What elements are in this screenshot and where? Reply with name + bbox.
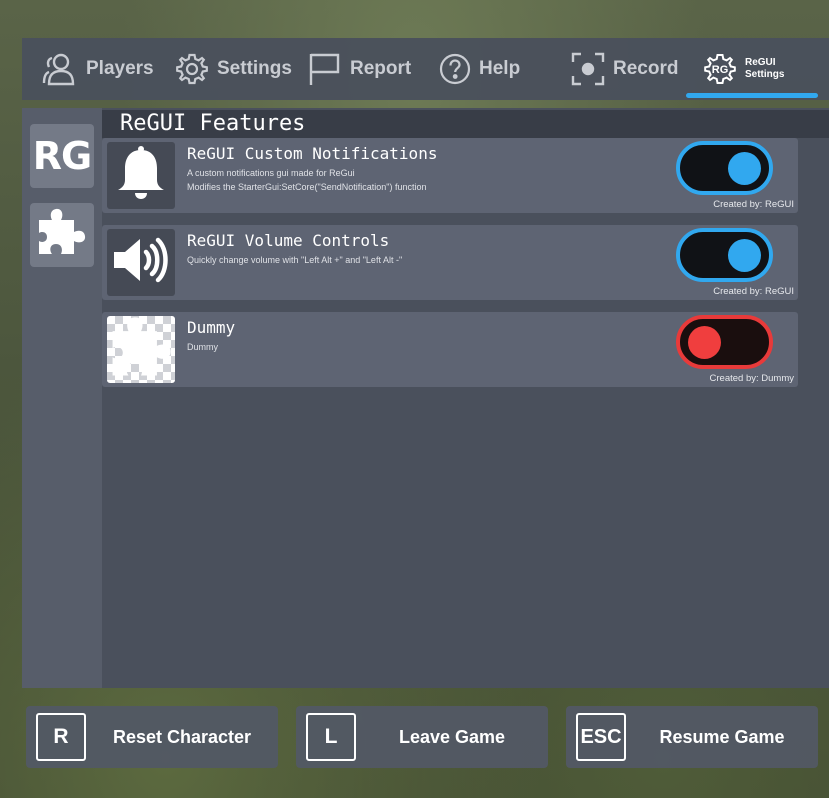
speaker-icon <box>110 231 172 294</box>
regui-gear-icon-text: RG <box>711 64 729 76</box>
feature-description-line: Modifies the StarterGui:SetCore("SendNot… <box>187 182 427 192</box>
feature-description-line: Quickly change volume with "Left Alt +" … <box>187 255 403 265</box>
puzzle-icon <box>33 204 91 267</box>
feature-icon-container <box>107 142 175 209</box>
keycap-l: L <box>306 713 356 761</box>
regui-gear-icon: RG <box>703 52 737 86</box>
resume-game-button[interactable]: ESC Resume Game <box>566 706 818 768</box>
feature-title: Dummy <box>187 318 236 337</box>
features-title: ReGUI Features <box>102 110 829 138</box>
feature-description: Dummy <box>187 340 218 354</box>
help-icon <box>439 53 471 85</box>
nav-tab-players[interactable]: Players <box>40 38 154 100</box>
transparency-checker <box>107 316 175 383</box>
regui-settings-label-line1: ReGUI <box>745 57 776 68</box>
feature-credit: Created by: ReGUI <box>713 286 794 297</box>
regui-logo: RG <box>32 134 92 178</box>
sidebar: RG <box>22 108 102 688</box>
feature-toggle-notifications[interactable] <box>676 141 773 195</box>
regui-settings-label-line2: Settings <box>745 69 785 80</box>
nav-tab-players-label: Players <box>86 58 154 79</box>
settings-panel: RG ReGUI Features ReGUI Custom Notificat… <box>22 108 829 688</box>
flag-icon <box>308 52 342 86</box>
nav-tab-help[interactable]: Help <box>439 38 520 100</box>
feature-credit: Created by: Dummy <box>709 373 794 384</box>
toggle-knob <box>728 152 761 185</box>
nav-tab-report-label: Report <box>350 58 412 79</box>
nav-tab-regui-settings[interactable]: RG ReGUI Settings <box>703 38 784 100</box>
leave-game-label: Leave Game <box>398 726 506 747</box>
feature-credit: Created by: ReGUI <box>713 199 794 210</box>
resume-game-label: Resume Game <box>659 726 785 747</box>
record-icon <box>571 52 605 86</box>
feature-toggle-volume[interactable] <box>676 228 773 282</box>
top-nav-bar: Players Settings Report Help Record RG R… <box>22 38 829 100</box>
leave-game-button[interactable]: L Leave Game <box>296 706 548 768</box>
players-icon <box>40 50 78 88</box>
nav-tab-help-label: Help <box>479 58 521 79</box>
nav-tab-record-label: Record <box>613 58 679 79</box>
feature-icon-container <box>107 316 175 383</box>
nav-tab-record[interactable]: Record <box>571 38 678 100</box>
feature-title: ReGUI Volume Controls <box>187 231 390 250</box>
feature-icon-container <box>107 229 175 296</box>
feature-description: A custom notifications gui made for ReGu… <box>187 166 427 194</box>
reset-character-label: Reset Character <box>112 726 252 747</box>
toggle-knob <box>728 239 761 272</box>
keycap-r: R <box>36 713 86 761</box>
feature-description-line: A custom notifications gui made for ReGu… <box>187 168 355 178</box>
feature-title: ReGUI Custom Notifications <box>187 144 438 163</box>
feature-description-line: Dummy <box>187 342 218 352</box>
keycap-esc: ESC <box>576 713 626 761</box>
feature-description: Quickly change volume with "Left Alt +" … <box>187 253 402 267</box>
nav-tab-report[interactable]: Report <box>308 38 411 100</box>
feature-toggle-dummy[interactable] <box>676 315 773 369</box>
reset-character-button[interactable]: R Reset Character <box>26 706 278 768</box>
puzzle-icon <box>108 316 174 383</box>
gear-icon <box>175 52 209 86</box>
nav-tab-settings-label: Settings <box>217 58 292 79</box>
feature-card-volume: ReGUI Volume Controls Quickly change vol… <box>102 225 798 300</box>
active-tab-indicator <box>686 93 818 98</box>
feature-card-dummy: Dummy Dummy Created by: Dummy <box>102 312 798 387</box>
bell-icon <box>113 144 169 207</box>
feature-card-notifications: ReGUI Custom Notifications A custom noti… <box>102 138 798 213</box>
sidebar-item-regui[interactable]: RG <box>30 124 94 188</box>
nav-tab-regui-settings-label: ReGUI Settings <box>745 57 784 81</box>
toggle-knob <box>688 326 721 359</box>
nav-tab-settings[interactable]: Settings <box>175 38 292 100</box>
sidebar-item-plugins[interactable] <box>30 203 94 267</box>
